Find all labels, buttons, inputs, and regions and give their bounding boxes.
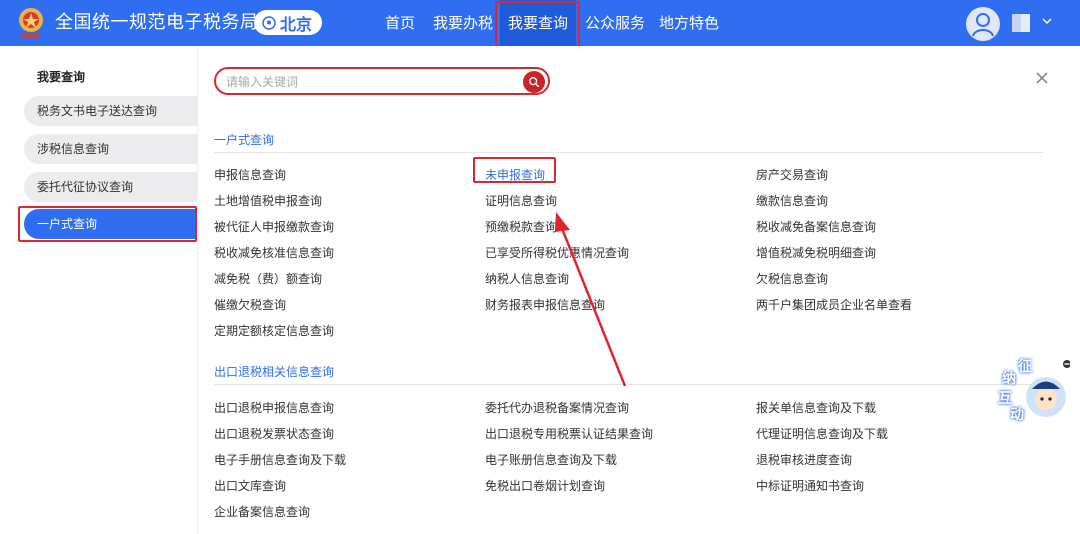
link-export-library[interactable]: 出口文库查询 bbox=[214, 477, 286, 494]
section-divider bbox=[214, 384, 1043, 385]
link-tax-reduction-amount[interactable]: 减免税（费）额查询 bbox=[214, 270, 322, 287]
nav-local-feature[interactable]: 地方特色 bbox=[656, 0, 722, 46]
tax-emblem-icon bbox=[19, 8, 43, 38]
widget-char: 纳 bbox=[1002, 371, 1016, 387]
link-collected-payment[interactable]: 被代征人申报缴款查询 bbox=[214, 218, 334, 235]
search-button[interactable] bbox=[523, 71, 545, 93]
search-input[interactable] bbox=[226, 73, 516, 91]
undeclared-highlight-box bbox=[473, 157, 556, 183]
link-entrusted-refund-record[interactable]: 委托代办退税备案情况查询 bbox=[485, 399, 629, 416]
link-fixed-quota[interactable]: 定期定额核定信息查询 bbox=[214, 322, 334, 339]
site-title[interactable]: 全国统一规范电子税务局 bbox=[55, 11, 259, 35]
widget-char: 动 bbox=[1010, 407, 1024, 423]
link-tax-reduction-record[interactable]: 税收减免备案信息查询 bbox=[756, 218, 876, 235]
link-declaration-info[interactable]: 申报信息查询 bbox=[214, 166, 286, 183]
nav-home[interactable]: 首页 bbox=[377, 0, 423, 46]
sidebar-title: 我要查询 bbox=[37, 70, 86, 84]
link-refund-progress[interactable]: 退税审核进度查询 bbox=[756, 451, 852, 468]
user-avatar[interactable] bbox=[966, 7, 1000, 41]
link-bid-notice[interactable]: 中标证明通知书查询 bbox=[756, 477, 864, 494]
link-land-vat-declaration[interactable]: 土地增值税申报查询 bbox=[214, 192, 322, 209]
link-income-tax-preference[interactable]: 已享受所得税优惠情况查询 bbox=[485, 244, 629, 261]
nav-public-service[interactable]: 公众服务 bbox=[582, 0, 648, 46]
link-financial-report[interactable]: 财务报表申报信息查询 bbox=[485, 296, 605, 313]
section-title-export-refund: 出口退税相关信息查询 bbox=[214, 365, 335, 379]
top-header: 全国统一规范电子税务局 北京 首页 我要办税 我要查询 公众服务 地方特色 bbox=[0, 0, 1080, 48]
link-prepaid-tax[interactable]: 预缴税款查询 bbox=[485, 218, 557, 235]
link-taxpayer-info[interactable]: 纳税人信息查询 bbox=[485, 270, 569, 287]
main-panel: 一户式查询 申报信息查询 土地增值税申报查询 被代征人申报缴款查询 税收减免核准… bbox=[197, 46, 1080, 534]
interaction-widget[interactable]: 征 纳 互 动 bbox=[996, 356, 1071, 426]
link-e-manual[interactable]: 电子手册信息查询及下载 bbox=[214, 451, 346, 468]
search-icon bbox=[529, 77, 540, 88]
sidebar: 我要查询 税务文书电子送达查询 涉税信息查询 委托代征协议查询 一户式查询 bbox=[0, 46, 197, 534]
user-name-redacted-part bbox=[1021, 14, 1030, 32]
chevron-down-icon[interactable] bbox=[1041, 15, 1053, 27]
sidebar-item-document-delivery[interactable]: 税务文书电子送达查询 bbox=[24, 96, 197, 126]
link-e-account-book[interactable]: 电子账册信息查询及下载 bbox=[485, 451, 617, 468]
sidebar-item-tax-info[interactable]: 涉税信息查询 bbox=[24, 134, 197, 164]
close-icon[interactable] bbox=[1034, 70, 1050, 86]
city-selector[interactable]: 北京 bbox=[254, 10, 323, 35]
city-label: 北京 bbox=[280, 14, 313, 34]
widget-char: 征 bbox=[1018, 359, 1032, 375]
link-arrears-info[interactable]: 欠税信息查询 bbox=[756, 270, 828, 287]
link-special-invoice-cert[interactable]: 出口退税专用税票认证结果查询 bbox=[485, 425, 653, 442]
link-tax-reduction-approval[interactable]: 税收减免核准信息查询 bbox=[214, 244, 334, 261]
link-agency-certificate[interactable]: 代理证明信息查询及下载 bbox=[756, 425, 888, 442]
link-export-refund-declaration[interactable]: 出口退税申报信息查询 bbox=[214, 399, 334, 416]
sidebar-highlight-box bbox=[18, 206, 197, 242]
link-property-transaction[interactable]: 房产交易查询 bbox=[756, 166, 828, 183]
link-customs-declaration[interactable]: 报关单信息查询及下载 bbox=[756, 399, 876, 416]
link-export-invoice-status[interactable]: 出口退税发票状态查询 bbox=[214, 425, 334, 442]
link-vat-reduction-detail[interactable]: 增值税减免税明细查询 bbox=[756, 244, 876, 261]
section-divider bbox=[214, 152, 1043, 153]
search-box bbox=[214, 67, 550, 95]
user-icon bbox=[972, 13, 994, 37]
link-group-member-list[interactable]: 两千户集团成员企业名单查看 bbox=[756, 296, 912, 313]
location-pin-icon bbox=[262, 15, 276, 30]
sidebar-item-agency-agreement[interactable]: 委托代征协议查询 bbox=[24, 172, 197, 202]
link-payment-info[interactable]: 缴款信息查询 bbox=[756, 192, 828, 209]
section-title-one-household: 一户式查询 bbox=[214, 133, 275, 147]
link-enterprise-record[interactable]: 企业备案信息查询 bbox=[214, 503, 310, 520]
link-tobacco-plan[interactable]: 免税出口卷烟计划查询 bbox=[485, 477, 605, 494]
link-tax-arrears-notice[interactable]: 催缴欠税查询 bbox=[214, 296, 286, 313]
nav-do-tax[interactable]: 我要办税 bbox=[430, 0, 496, 46]
nav-highlight-box bbox=[495, 1, 580, 48]
link-certificate-info[interactable]: 证明信息查询 bbox=[485, 192, 557, 209]
